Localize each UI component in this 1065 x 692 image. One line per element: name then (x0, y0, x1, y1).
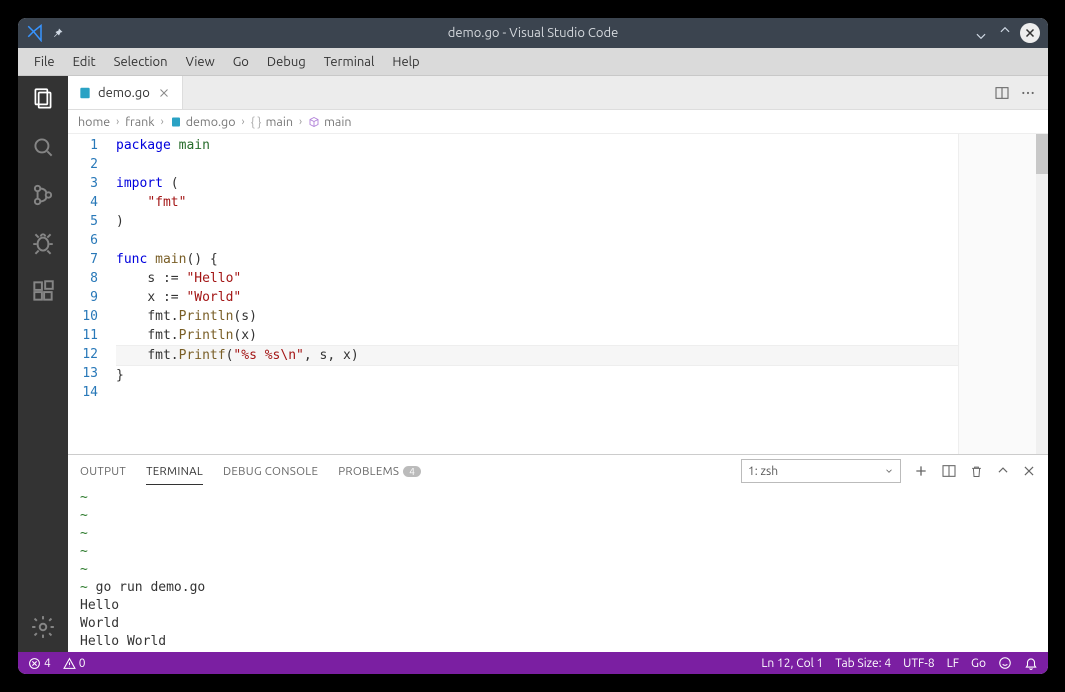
search-icon[interactable] (30, 134, 56, 160)
menu-file[interactable]: File (26, 51, 63, 73)
breadcrumb-user[interactable]: frank (125, 115, 154, 129)
problems-badge: 4 (403, 466, 421, 477)
menu-edit[interactable]: Edit (65, 51, 104, 73)
source-control-icon[interactable] (30, 182, 56, 208)
split-terminal-icon[interactable] (941, 463, 957, 479)
tab-filename: demo.go (98, 86, 150, 100)
breadcrumb-home[interactable]: home (78, 115, 110, 129)
titlebar: demo.go - Visual Studio Code (18, 18, 1048, 48)
pin-icon[interactable] (52, 27, 64, 39)
menu-go[interactable]: Go (225, 51, 257, 73)
scrollbar[interactable] (1036, 134, 1048, 454)
status-errors[interactable]: 4 (28, 657, 51, 670)
panel-tab-terminal[interactable]: TERMINAL (146, 465, 203, 485)
status-warnings[interactable]: 0 (63, 657, 86, 670)
editor-tabs: demo.go (68, 76, 1048, 110)
breadcrumb-package[interactable]: { } main (251, 115, 293, 129)
kill-terminal-icon[interactable] (969, 464, 984, 479)
code-line: s := "Hello" (116, 269, 1048, 288)
tab-demo-go[interactable]: demo.go (68, 76, 183, 109)
menu-help[interactable]: Help (384, 51, 427, 73)
breadcrumbs: home › frank › demo.go › { } main › main (68, 110, 1048, 134)
menu-terminal[interactable]: Terminal (316, 51, 383, 73)
code-line: fmt.Println(s) (116, 307, 1048, 326)
minimize-button[interactable] (972, 24, 990, 42)
app-logo-icon (26, 24, 44, 42)
code-line (116, 155, 1048, 174)
code-line: } (116, 366, 1048, 385)
activitybar (18, 76, 68, 652)
status-tabsize[interactable]: Tab Size: 4 (835, 657, 891, 670)
go-file-icon (170, 116, 182, 128)
chevron-down-icon (884, 466, 894, 476)
terminal[interactable]: ~ ~ ~ ~ ~ ~ go run demo.go Hello World H… (68, 487, 1048, 652)
code-line: fmt.Println(x) (116, 326, 1048, 345)
code-line: import ( (116, 174, 1048, 193)
code-line: func main() { (116, 250, 1048, 269)
chevron-right-icon: › (299, 116, 302, 128)
status-language[interactable]: Go (971, 657, 986, 670)
extensions-icon[interactable] (30, 278, 56, 304)
settings-gear-icon[interactable] (30, 614, 56, 640)
panel-tab-output[interactable]: OUTPUT (80, 465, 126, 478)
new-terminal-icon[interactable] (913, 463, 929, 479)
code-line: x := "World" (116, 288, 1048, 307)
close-button[interactable] (1020, 23, 1040, 43)
panel-tabs: OUTPUT TERMINAL DEBUG CONSOLE PROBLEMS4 … (68, 455, 1048, 487)
tab-close-icon[interactable] (156, 87, 172, 99)
debug-icon[interactable] (30, 230, 56, 256)
panel-tab-problems[interactable]: PROBLEMS4 (338, 465, 421, 478)
close-panel-icon[interactable] (1022, 464, 1036, 478)
maximize-panel-icon[interactable] (996, 464, 1010, 478)
notifications-bell-icon[interactable] (1024, 656, 1038, 670)
vscode-window: demo.go - Visual Studio Code File Edit S… (18, 18, 1048, 674)
code-line (116, 231, 1048, 250)
go-file-icon (78, 86, 92, 100)
code-content[interactable]: package main import ( "fmt") func main()… (116, 134, 1048, 454)
code-line: "fmt" (116, 193, 1048, 212)
status-encoding[interactable]: UTF-8 (903, 657, 934, 670)
more-actions-icon[interactable] (1020, 85, 1036, 101)
chevron-right-icon: › (116, 116, 119, 128)
scrollbar-thumb[interactable] (1036, 134, 1048, 174)
bottom-panel: OUTPUT TERMINAL DEBUG CONSOLE PROBLEMS4 … (68, 454, 1048, 652)
panel-tab-debug-console[interactable]: DEBUG CONSOLE (223, 465, 318, 478)
menubar: File Edit Selection View Go Debug Termin… (18, 48, 1048, 76)
code-editor[interactable]: 1 2 3 4 5 6 7 8 9 10 11 12 13 14 package… (68, 134, 1048, 454)
chevron-right-icon: › (161, 116, 164, 128)
status-eol[interactable]: LF (947, 657, 959, 670)
chevron-right-icon: › (242, 116, 245, 128)
minimap[interactable] (958, 134, 1048, 454)
cube-icon (308, 116, 320, 128)
status-cursor[interactable]: Ln 12, Col 1 (761, 657, 823, 670)
terminal-selector[interactable]: 1: zsh (741, 459, 901, 483)
breadcrumb-symbol[interactable]: main (308, 115, 351, 129)
line-numbers: 1 2 3 4 5 6 7 8 9 10 11 12 13 14 (68, 134, 116, 454)
statusbar: 4 0 Ln 12, Col 1 Tab Size: 4 UTF-8 LF Go (18, 652, 1048, 674)
breadcrumb-file[interactable]: demo.go (170, 115, 236, 129)
window-title: demo.go - Visual Studio Code (18, 26, 1048, 40)
menu-debug[interactable]: Debug (259, 51, 314, 73)
menu-view[interactable]: View (178, 51, 223, 73)
code-line: ) (116, 212, 1048, 231)
explorer-icon[interactable] (30, 86, 56, 112)
code-line: package main (116, 136, 1048, 155)
code-line: fmt.Printf("%s %s\n", s, x) (116, 345, 1048, 366)
menu-selection[interactable]: Selection (106, 51, 176, 73)
maximize-button[interactable] (996, 24, 1014, 42)
braces-icon: { } (251, 115, 262, 129)
feedback-icon[interactable] (998, 656, 1012, 670)
split-editor-icon[interactable] (994, 85, 1010, 101)
code-line (116, 385, 1048, 404)
